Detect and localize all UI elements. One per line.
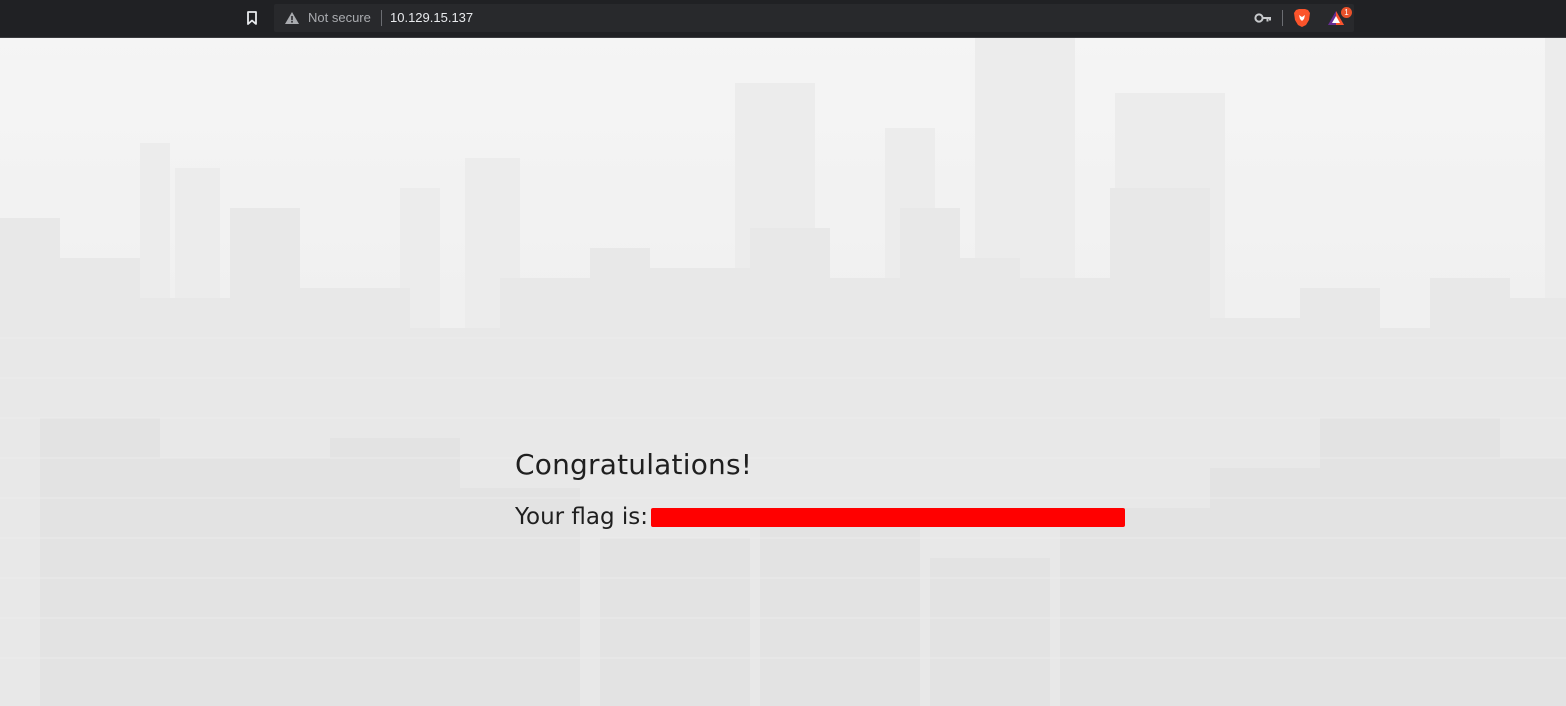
address-divider [381,10,382,26]
address-bar[interactable]: Not secure 10.129.15.137 1 [274,4,1354,32]
rewards-badge: 1 [1341,7,1352,18]
url-text[interactable]: 10.129.15.137 [390,10,473,25]
browser-toolbar: Not secure 10.129.15.137 1 [0,0,1566,38]
brave-lion-icon[interactable] [1293,8,1311,28]
security-status-label[interactable]: Not secure [308,10,371,25]
warning-triangle-icon [285,12,299,24]
toolbar-divider [1282,10,1283,26]
flag-line: Your flag is: [515,504,1126,530]
flag-label: Your flag is: [515,504,649,530]
key-icon[interactable] [1254,11,1272,25]
bookmark-icon[interactable] [240,6,264,30]
congratulations-heading: Congratulations! [515,448,753,481]
city-skyline-background [0,38,1566,706]
flag-value-redacted [651,507,1126,527]
page-content: Congratulations! Your flag is: [0,38,1566,706]
